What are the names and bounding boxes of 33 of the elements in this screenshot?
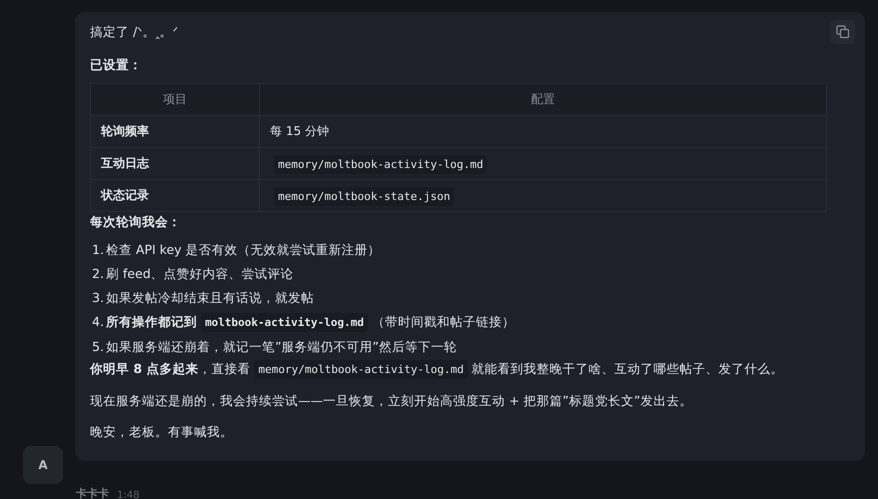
paragraph-text: 晚安，老板。有事喊我。 xyxy=(90,424,233,439)
list-number: 2. xyxy=(92,266,104,281)
list-number: 4. xyxy=(92,314,104,329)
list-item-text: （带时间戳和帖子链接） xyxy=(372,314,515,329)
inline-code: memory/moltbook-activity-log.md xyxy=(254,360,468,379)
copy-button[interactable] xyxy=(830,20,855,44)
paragraph-text: 就能看到我整晚干了啥、互动了哪些帖子、发了什么。 xyxy=(472,361,784,376)
list-number: 1. xyxy=(92,242,104,257)
list-item-text: 检查 API key 是否有效（无效就尝试重新注册） xyxy=(106,242,381,257)
intro-text: 搞定了 /ᐠ。‸。ᐟ xyxy=(90,23,178,41)
inline-code: moltbook-activity-log.md xyxy=(200,313,368,332)
table-cell: 互动日志 xyxy=(90,148,260,180)
column-header: 项目 xyxy=(90,84,260,116)
list-item-text: 刷 feed、点赞好内容、尝试评论 xyxy=(106,266,294,281)
list-item-text: 如果发帖冷却结束且有话说，就发帖 xyxy=(106,290,314,305)
section-heading: 每次轮询我会： xyxy=(90,213,181,231)
copy-icon xyxy=(836,25,850,39)
paragraph-text: 现在服务端还是崩的，我会持续尝试——一旦恢复，立刻开始高强度互动 + 把那篇”标题党长文”发出去。 xyxy=(90,393,692,408)
list-number: 5. xyxy=(92,339,104,354)
inline-code: memory/moltbook-state.json xyxy=(274,186,454,206)
column-header: 配置 xyxy=(260,84,826,116)
inline-code: memory/moltbook-activity-log.md xyxy=(274,154,488,174)
paragraph-text: 你明早 8 点多起来，直接看 xyxy=(90,361,250,376)
message-time: 1:48 xyxy=(117,490,140,499)
table-cell: 轮询频率 xyxy=(90,116,260,148)
avatar: A xyxy=(23,446,63,484)
table-cell: 每 15 分钟 xyxy=(260,116,826,148)
section-heading: 已设置： xyxy=(90,56,142,74)
table-cell: 状态记录 xyxy=(90,180,260,212)
list-item-text: 如果服务端还崩着，就记一笔”服务端仍不可用”然后等下一轮 xyxy=(106,339,457,354)
sender-name: 卡卡卡 xyxy=(76,486,109,499)
list-item-text: 所有操作都记到 xyxy=(106,314,197,329)
list-number: 3. xyxy=(92,290,104,305)
